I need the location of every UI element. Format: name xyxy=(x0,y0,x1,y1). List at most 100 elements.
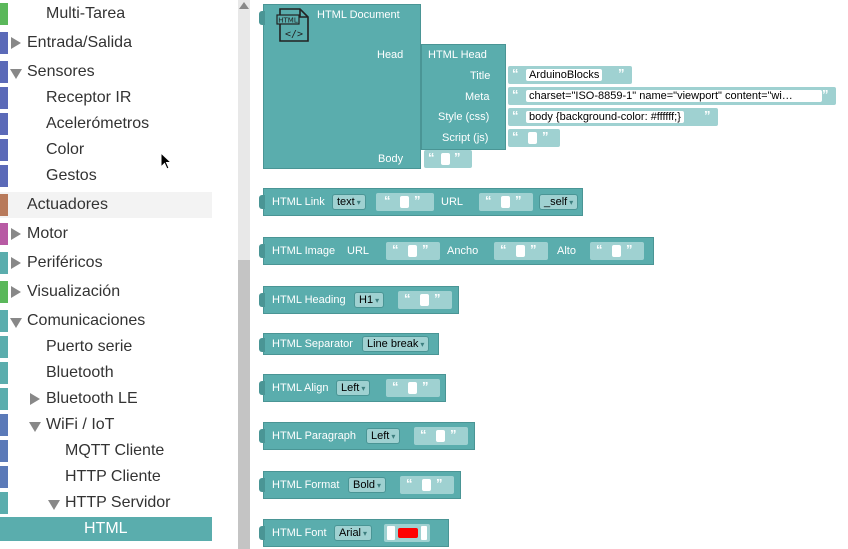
collapse-arrow-icon[interactable] xyxy=(10,318,22,328)
toolbox-scrollbar-thumb[interactable] xyxy=(238,260,250,549)
html-align-block[interactable]: HTML Align Left ▾ “ ” xyxy=(259,374,446,402)
block-connector xyxy=(259,244,265,258)
align-text-input[interactable]: “ ” xyxy=(386,379,440,397)
title-string-input[interactable]: “ ArduinoBlocks ” xyxy=(508,66,632,84)
link-type-dropdown[interactable]: text ▾ xyxy=(332,194,366,210)
toolbox-item-bluetooth[interactable]: Bluetooth xyxy=(0,360,212,386)
meta-text-field[interactable]: charset="ISO-8859-1" name="viewport" con… xyxy=(526,90,822,102)
empty-text-field[interactable] xyxy=(528,132,537,144)
empty-text-field[interactable] xyxy=(400,196,409,208)
html-paragraph-block[interactable]: HTML Paragraph Left ▾ “ ” xyxy=(259,422,475,450)
close-quote-icon: ” xyxy=(454,150,461,165)
image-height-input[interactable]: “ ” xyxy=(590,242,644,260)
open-quote-icon: “ xyxy=(512,108,519,123)
toolbox-item-label: Acelerómetros xyxy=(46,115,150,132)
toolbox-item-receptor-ir[interactable]: Receptor IR xyxy=(0,85,212,111)
block-connector xyxy=(259,429,265,443)
link-target-dropdown[interactable]: _self ▾ xyxy=(539,194,579,210)
expand-arrow-icon[interactable] xyxy=(11,37,21,49)
color-swatch[interactable] xyxy=(398,528,418,538)
toolbox-item-html[interactable]: HTML xyxy=(0,517,212,541)
toolbox-item-sensores[interactable]: Sensores xyxy=(0,59,212,85)
empty-text-field[interactable] xyxy=(408,245,417,257)
empty-text-field[interactable] xyxy=(441,153,450,165)
open-quote-icon: “ xyxy=(596,242,603,257)
title-text-field[interactable]: ArduinoBlocks xyxy=(526,69,603,81)
expand-arrow-icon[interactable] xyxy=(30,393,40,405)
scroll-up-arrow-icon[interactable] xyxy=(239,2,249,9)
empty-text-field[interactable] xyxy=(408,382,417,394)
html-document-block[interactable]: HTML </> HTML Document Head Body “ ” xyxy=(259,4,472,169)
toolbox-item-label: Gestos xyxy=(46,167,97,184)
toolbox-item-bluetooth-le[interactable]: Bluetooth LE xyxy=(0,386,212,412)
separator-type-dropdown[interactable]: Line break ▾ xyxy=(362,336,430,352)
toolbox-item-multitarea[interactable]: Multi-Tarea xyxy=(0,1,212,27)
script-string-input[interactable]: “ ” xyxy=(508,129,560,147)
block-title: HTML Paragraph xyxy=(272,430,356,442)
dropdown-arrow-icon: ▾ xyxy=(361,384,366,393)
empty-text-field[interactable] xyxy=(420,294,429,306)
html-heading-block[interactable]: HTML Heading H1 ▾ “ ” xyxy=(259,286,459,314)
toolbox-item-puerto-serie[interactable]: Puerto serie xyxy=(0,334,212,360)
image-url-input[interactable]: “ ” xyxy=(386,242,440,260)
category-color-bar xyxy=(0,3,8,25)
style-string-input[interactable]: “ body {background-color: #ffffff;} ” xyxy=(508,108,718,126)
expand-arrow-icon[interactable] xyxy=(11,228,21,240)
html-link-block[interactable]: HTML Link text ▾ “ ” URL “ ” _self ▾ xyxy=(259,188,583,216)
toolbox-item-perifericos[interactable]: Periféricos xyxy=(0,250,212,276)
toolbox-item-comunicaciones[interactable]: Comunicaciones xyxy=(0,308,212,334)
toolbox-item-http-cliente[interactable]: HTTP Cliente xyxy=(0,464,212,490)
style-text-field[interactable]: body {background-color: #ffffff;} xyxy=(526,111,684,123)
html-format-block[interactable]: HTML Format Bold ▾ “ ” xyxy=(259,471,461,499)
body-string-input[interactable]: “ ” xyxy=(424,150,472,168)
link-text-input[interactable]: “ ” xyxy=(376,193,434,211)
block-title: HTML Image xyxy=(272,245,336,257)
image-width-input[interactable]: “ ” xyxy=(494,242,548,260)
font-family-dropdown[interactable]: Arial ▾ xyxy=(334,525,373,541)
expand-arrow-icon[interactable] xyxy=(11,257,21,269)
empty-text-field[interactable] xyxy=(516,245,525,257)
html-separator-block[interactable]: HTML Separator Line break ▾ xyxy=(259,333,439,355)
empty-text-field[interactable] xyxy=(612,245,621,257)
toolbox-item-entrada-salida[interactable]: Entrada/Salida xyxy=(0,30,212,56)
html-font-block[interactable]: HTML Font Arial ▾ xyxy=(259,519,449,547)
toolbox-item-acelerometros[interactable]: Acelerómetros xyxy=(0,111,212,137)
toolbox-item-label: HTTP Servidor xyxy=(65,494,171,511)
align-dropdown[interactable]: Left ▾ xyxy=(336,380,371,396)
toolbox-item-mqtt-cliente[interactable]: MQTT Cliente xyxy=(0,438,212,464)
link-url-input[interactable]: “ ” xyxy=(479,193,533,211)
font-color-input[interactable] xyxy=(384,524,430,542)
toolbox-item-color[interactable]: Color xyxy=(0,137,212,163)
collapse-arrow-icon[interactable] xyxy=(10,69,22,79)
toolbox-item-motor[interactable]: Motor xyxy=(0,221,212,247)
toolbox-item-actuadores[interactable]: Actuadores xyxy=(0,192,212,218)
open-quote-icon: “ xyxy=(392,242,399,257)
expand-arrow-icon[interactable] xyxy=(11,286,21,298)
toolbox-item-http-servidor[interactable]: HTTP Servidor xyxy=(0,490,212,516)
heading-text-input[interactable]: “ ” xyxy=(398,291,452,309)
block-title: HTML Document xyxy=(317,9,400,21)
height-label: Alto xyxy=(557,245,576,257)
toolbox-item-wifi-iot[interactable]: WiFi / IoT xyxy=(0,412,212,438)
toolbox-item-label: Visualización xyxy=(27,283,121,300)
dropdown-arrow-icon: ▾ xyxy=(569,198,574,207)
meta-string-input[interactable]: “ charset="ISO-8859-1" name="viewport" c… xyxy=(508,87,836,105)
paragraph-align-dropdown[interactable]: Left ▾ xyxy=(366,428,401,444)
collapse-arrow-icon[interactable] xyxy=(48,500,60,510)
format-dropdown[interactable]: Bold ▾ xyxy=(348,477,387,493)
dropdown-arrow-icon: ▾ xyxy=(420,340,425,349)
paragraph-text-input[interactable]: “ ” xyxy=(414,427,468,445)
blocks-workspace[interactable]: HTML </> HTML Document Head Body “ ” HTM… xyxy=(250,0,848,549)
format-text-input[interactable]: “ ” xyxy=(400,476,454,494)
body-label: Body xyxy=(378,153,404,165)
html-image-block[interactable]: HTML Image URL “ ” Ancho “ ” Alto “ ” xyxy=(259,237,654,265)
toolbox-item-gestos[interactable]: Gestos xyxy=(0,163,212,189)
collapse-arrow-icon[interactable] xyxy=(29,422,41,432)
toolbox-item-visualizacion[interactable]: Visualización xyxy=(0,279,212,305)
empty-text-field[interactable] xyxy=(501,196,510,208)
toolbox-item-label: Sensores xyxy=(27,63,95,80)
empty-text-field[interactable] xyxy=(436,430,445,442)
html-head-block[interactable]: HTML Head Title Meta Style (css) Script … xyxy=(421,44,506,150)
empty-text-field[interactable] xyxy=(422,479,431,491)
heading-level-dropdown[interactable]: H1 ▾ xyxy=(354,292,385,308)
